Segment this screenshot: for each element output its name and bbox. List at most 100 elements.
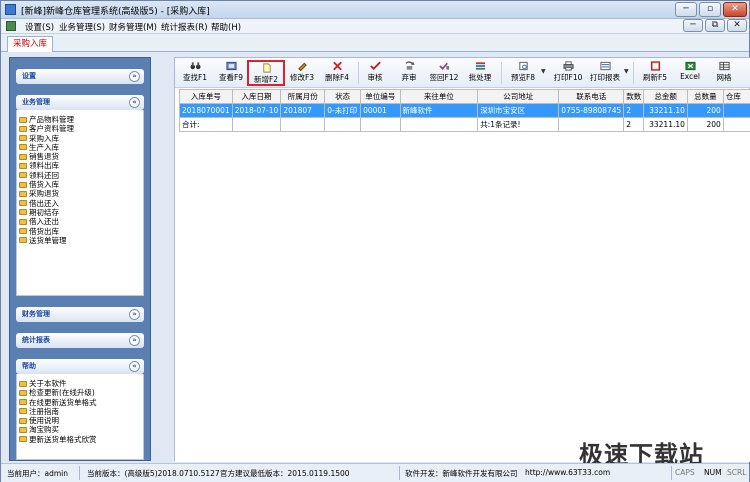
col-header[interactable]: 单位编号 (360, 89, 401, 104)
col-header[interactable]: 状态 (324, 89, 362, 104)
sidebar-item-purchase-return[interactable]: 采购退货 (17, 189, 143, 198)
sidebar-item-delivery-notes[interactable]: 送货单管理 (17, 236, 143, 245)
signback-button[interactable]: 签回F12 (427, 60, 461, 86)
sidebar-item-production-inbound[interactable]: 生产入库 (17, 143, 143, 152)
col-header[interactable]: 联系电话 (558, 89, 625, 104)
menu-reports[interactable]: 统计报表(R) (161, 21, 208, 33)
item-label: 领料还回 (29, 170, 59, 180)
edit-button[interactable]: 修改F3 (286, 60, 318, 86)
find-button[interactable]: 查找F1 (179, 60, 211, 86)
col-header[interactable]: 所属月份 (280, 89, 326, 104)
sidebar-item-borrow-return-out[interactable]: 借入还出 (17, 217, 143, 226)
folder-icon (19, 426, 27, 433)
preview-button[interactable]: 预览F8 (507, 60, 539, 86)
sidebar-item-about[interactable]: 关于本软件 (17, 379, 143, 388)
status-caps: CAPS (675, 468, 695, 477)
folder-icon (19, 228, 27, 235)
sidebar-item-lend-return-in[interactable]: 借出还入 (17, 199, 143, 208)
cell: 0755-89808745 (558, 103, 625, 118)
child-close-button[interactable]: ✕ (727, 19, 747, 32)
new-document-icon (262, 63, 271, 73)
sidebar-item-opening-balance[interactable]: 期初结存 (17, 208, 143, 217)
sidebar-item-material-return[interactable]: 领料还回 (17, 171, 143, 180)
sidebar-item-taobao[interactable]: 淘宝购买 (17, 425, 143, 434)
close-button[interactable]: ✕ (723, 2, 747, 17)
sidebar-item-material-outbound[interactable]: 领料出库 (17, 161, 143, 170)
menu-help[interactable]: 帮助(H) (211, 21, 241, 33)
new-button[interactable]: 新增F2 (247, 60, 285, 86)
sidebar-section-reports[interactable]: 统计报表 » (16, 333, 144, 348)
restore-button[interactable]: ▫ (699, 2, 721, 17)
item-label: 检查更新(在线升级) (29, 388, 95, 398)
section-title: 设置 (22, 72, 36, 80)
status-developer: 软件开发：新峰软件开发有限公司 (405, 469, 518, 478)
sidebar-item-lend-outbound[interactable]: 借货出库 (17, 227, 143, 236)
grid-button[interactable]: 网格 (709, 60, 739, 86)
folder-icon (19, 190, 27, 197)
col-header[interactable]: 入库日期 (231, 89, 282, 104)
refresh-icon (650, 61, 660, 71)
item-label: 关于本软件 (29, 379, 67, 388)
sidebar-item-products[interactable]: 产品物料管理 (17, 115, 143, 124)
check-icon (369, 61, 381, 71)
sidebar-section-business[interactable]: 业务管理 « (16, 95, 144, 110)
refresh-button[interactable]: 刷新F5 (639, 60, 671, 86)
sidebar-item-borrow-inbound[interactable]: 借货入库 (17, 180, 143, 189)
menu-settings[interactable]: 设置(S) (25, 21, 54, 33)
menu-business[interactable]: 业务管理(S) (59, 21, 105, 33)
print-report-icon (599, 61, 611, 71)
sidebar-item-register-guide[interactable]: 注册指南 (17, 407, 143, 416)
folder-icon (19, 408, 27, 415)
expand-icon[interactable]: » (129, 71, 140, 82)
cell (722, 117, 750, 132)
print-report-button[interactable]: 打印报表 (587, 60, 623, 86)
folder-icon (19, 399, 27, 406)
sidebar-item-format-gallery[interactable]: 更新送货单格式欣赏 (17, 435, 143, 444)
col-header[interactable]: 款数 (623, 89, 645, 104)
cell: 深圳市宝安区 (477, 103, 560, 118)
expand-icon[interactable]: » (129, 335, 140, 346)
item-label: 送货单管理 (29, 235, 67, 245)
item-label: 生产入库 (29, 142, 59, 152)
col-header[interactable]: 总金额 (643, 89, 688, 104)
button-label: 网格 (716, 73, 732, 82)
col-header[interactable]: 公司地址 (477, 89, 560, 104)
preview-icon (518, 61, 528, 71)
sidebar-item-customers[interactable]: 客户资料管理 (17, 124, 143, 133)
collapse-icon[interactable]: « (129, 361, 140, 372)
batch-button[interactable]: 批处理 (465, 60, 495, 86)
table-row[interactable]: 2018070001 2018-07-10 201807 0-未打印 00001… (179, 103, 750, 118)
sidebar-item-check-update[interactable]: 检查更新(在线升级) (17, 388, 143, 397)
delete-button[interactable]: 删除F4 (321, 60, 353, 86)
menu-finance[interactable]: 财务管理(M) (109, 21, 157, 33)
sidebar-section-finance[interactable]: 财务管理 » (16, 307, 144, 322)
button-label: 修改F3 (289, 73, 315, 82)
status-url[interactable]: http://www.63T33.com (525, 468, 610, 477)
print-button[interactable]: 打印F10 (551, 60, 585, 86)
unapprove-button[interactable]: 弃审 (395, 60, 423, 86)
child-restore-button[interactable]: ⧉ (705, 19, 725, 32)
excel-button[interactable]: Excel (675, 60, 705, 86)
collapse-icon[interactable]: « (129, 97, 140, 108)
print-dropdown-icon[interactable]: ▼ (624, 68, 629, 75)
view-button[interactable]: 查看F9 (215, 60, 247, 86)
tab-purchase-inbound[interactable]: 采购入库 (7, 36, 54, 52)
col-header[interactable]: 入库单号 (179, 89, 233, 104)
minimize-button[interactable]: ─ (675, 2, 697, 17)
preview-dropdown-icon[interactable]: ▼ (541, 68, 546, 75)
col-header[interactable]: 来往单位 (399, 89, 479, 104)
col-header[interactable]: 总数量 (686, 89, 724, 104)
child-minimize-button[interactable]: ─ (683, 19, 703, 32)
col-header[interactable]: 仓库 (722, 89, 750, 104)
approve-button[interactable]: 审核 (361, 60, 389, 86)
sidebar-section-settings[interactable]: 设置 » (16, 69, 144, 84)
folder-icon (19, 162, 27, 169)
item-label: 销售退货 (29, 152, 59, 162)
folder-icon (19, 181, 27, 188)
expand-icon[interactable]: » (129, 309, 140, 320)
sidebar-item-update-format[interactable]: 在线更新送货单格式 (17, 398, 143, 407)
sidebar-section-help[interactable]: 帮助 « (16, 359, 144, 374)
sidebar-item-purchase-inbound[interactable]: 采购入库 (17, 134, 143, 143)
button-label: 删除F4 (324, 73, 350, 82)
folder-icon (19, 237, 27, 244)
